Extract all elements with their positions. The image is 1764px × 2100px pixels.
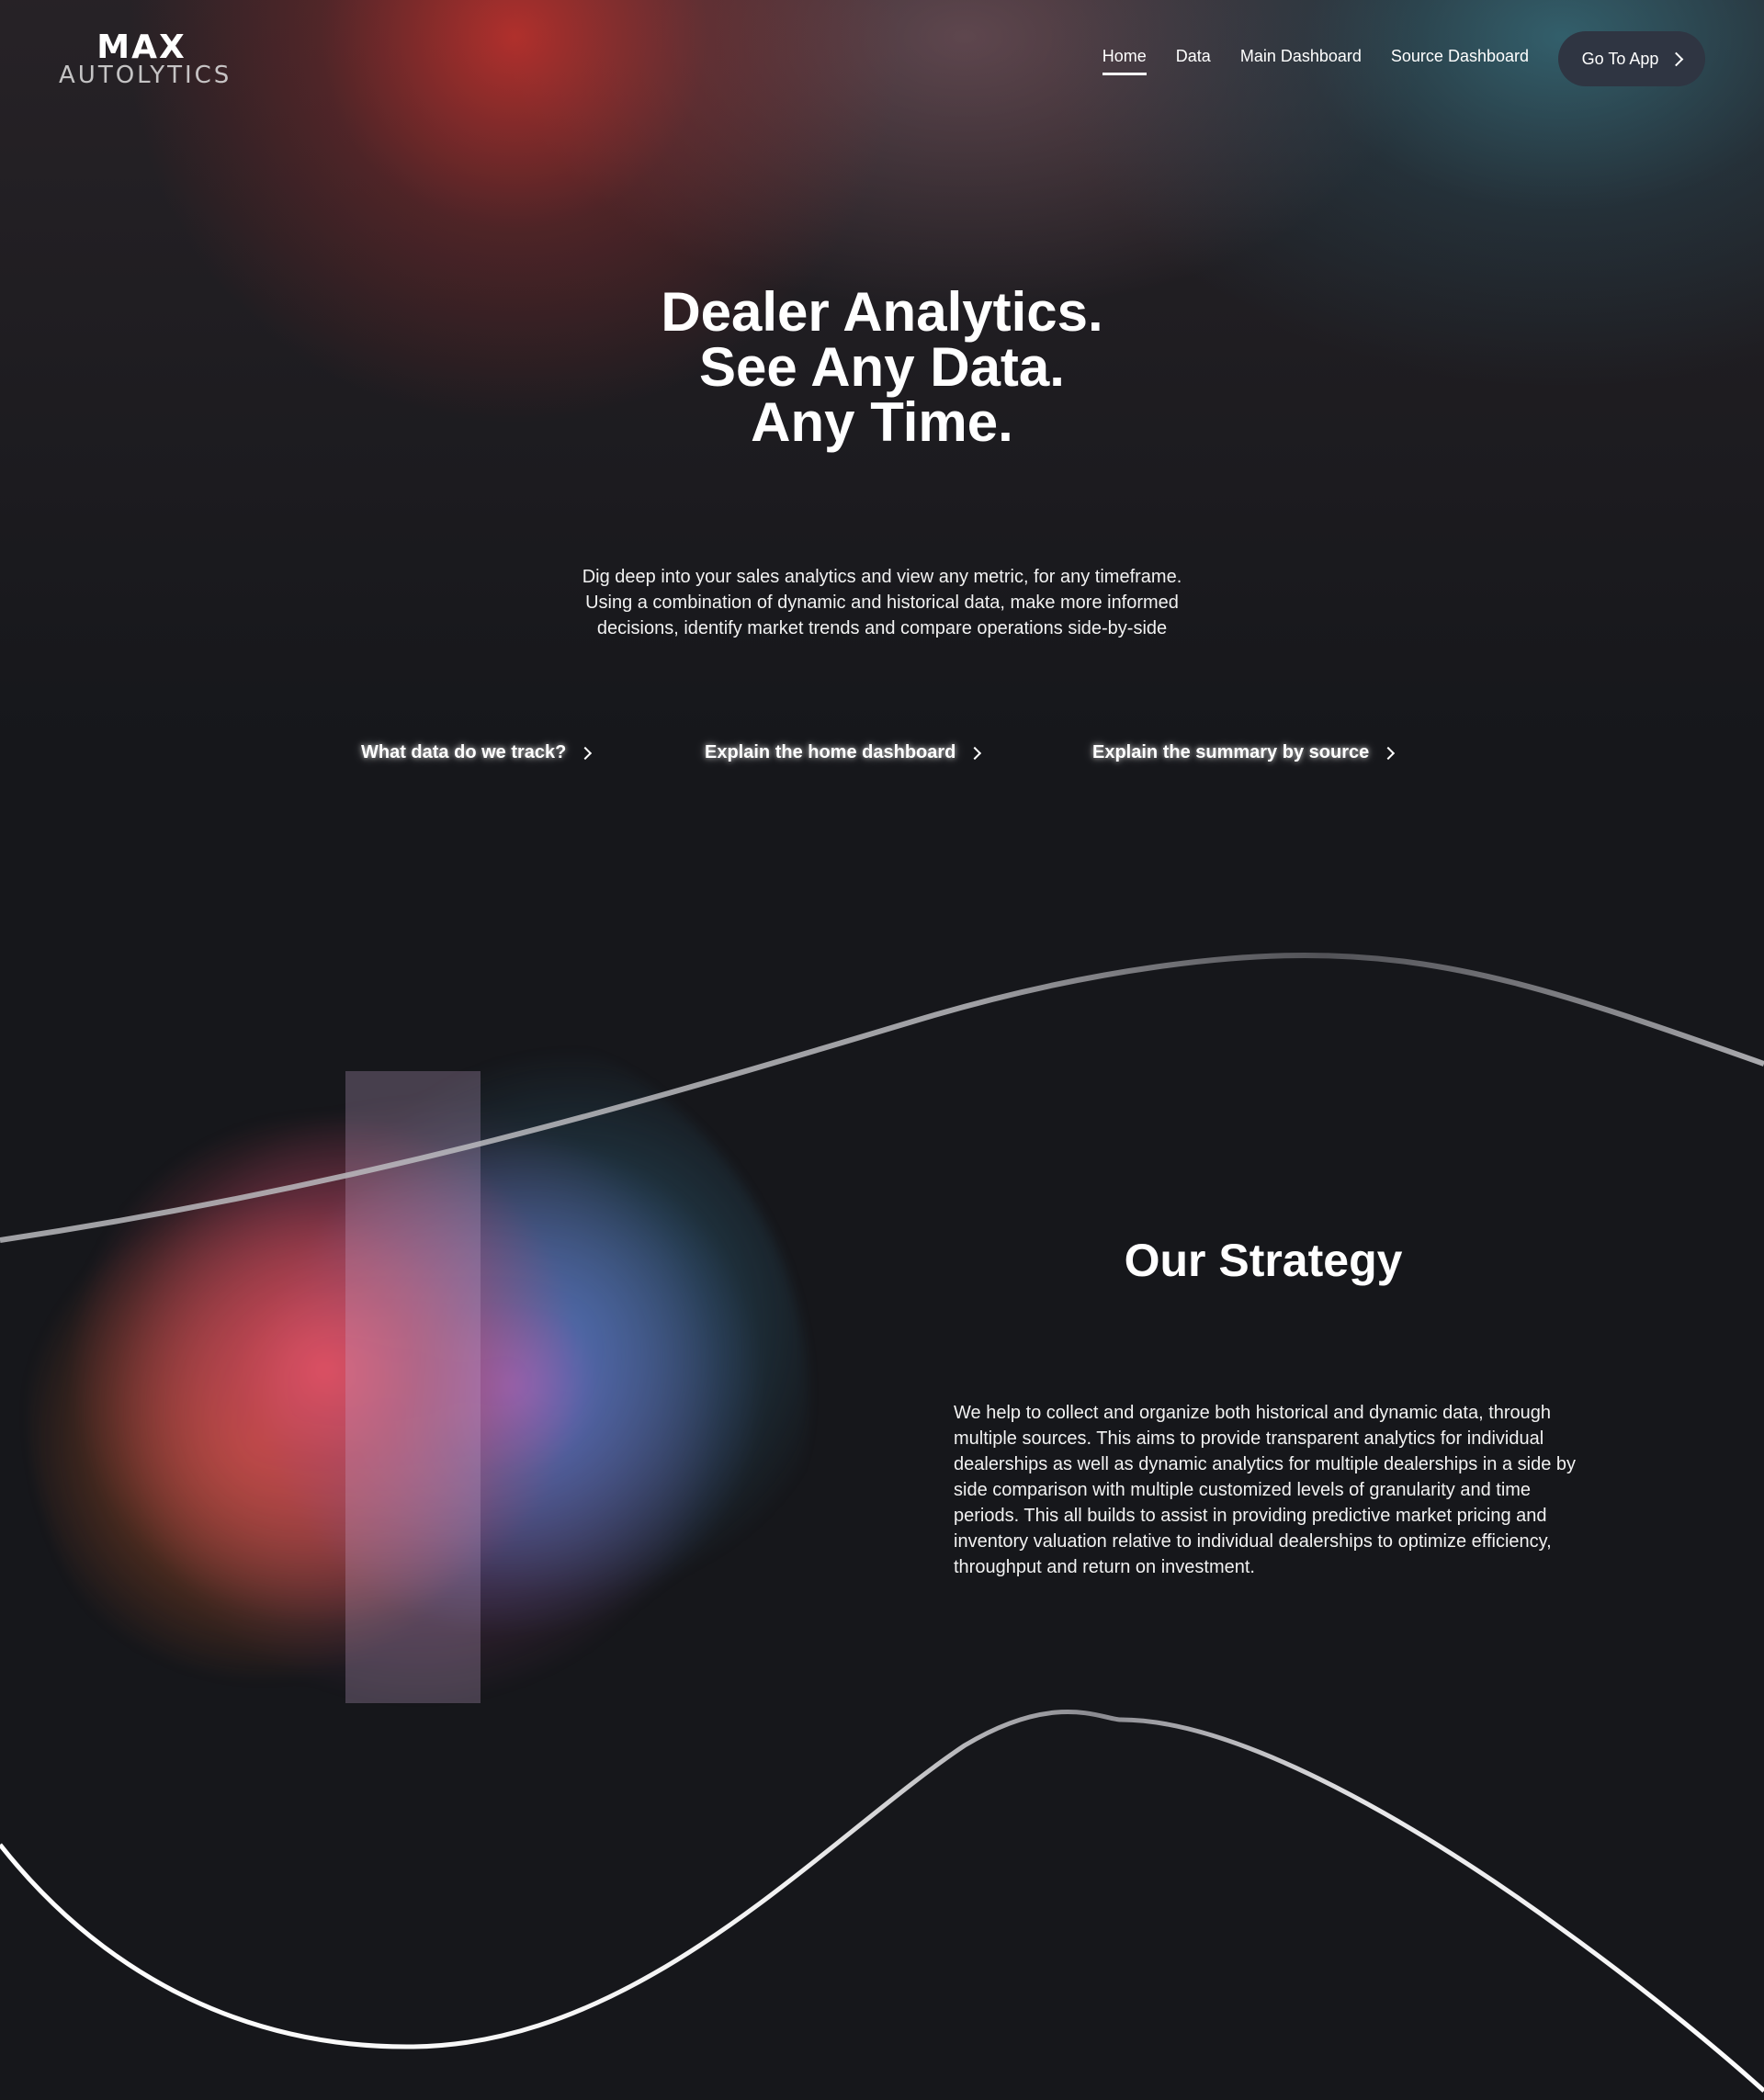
link-label: Explain the summary by source: [1092, 742, 1370, 762]
bottom-wave-line: [0, 1710, 1764, 2093]
link-explain-summary-by-source[interactable]: Explain the summary by source: [1092, 742, 1396, 763]
nav-main-dashboard[interactable]: Main Dashboard: [1240, 47, 1362, 72]
hero-subtitle: Dig deep into your sales analytics and v…: [582, 567, 1182, 638]
link-label: Explain the home dashboard: [705, 742, 956, 762]
hero-links: What data do we track? Explain the home …: [0, 742, 1764, 770]
hero-title: Dealer Analytics. See Any Data. Any Time…: [661, 281, 1103, 453]
chevron-right-icon: [1382, 746, 1396, 760]
strategy-title: Our Strategy: [1124, 1235, 1403, 1286]
chevron-right-icon: [579, 746, 593, 760]
glass-bar-graphic: [345, 1071, 481, 1703]
chevron-right-icon: [1669, 51, 1684, 66]
logo-wordmark-top: MAX: [96, 28, 187, 66]
logo-wordmark-bottom: AUTOLYTICS: [59, 62, 232, 89]
main-nav: Home Data Main Dashboard Source Dashboar…: [1073, 31, 1705, 86]
go-to-app-button[interactable]: Go To App: [1558, 31, 1705, 86]
link-label: What data do we track?: [361, 742, 567, 762]
nav-data[interactable]: Data: [1176, 47, 1211, 72]
nav-source-dashboard[interactable]: Source Dashboard: [1391, 47, 1529, 72]
go-to-app-label: Go To App: [1581, 49, 1659, 68]
link-what-data-we-track[interactable]: What data do we track?: [361, 742, 593, 763]
brand-logo[interactable]: MAX AUTOLYTICS: [59, 28, 232, 89]
nav-home[interactable]: Home: [1102, 47, 1147, 75]
link-explain-home-dashboard[interactable]: Explain the home dashboard: [705, 742, 982, 763]
chevron-right-icon: [968, 746, 982, 760]
strategy-body: We help to collect and organize both his…: [954, 1403, 1576, 1577]
site-header: MAX AUTOLYTICS Home Data Main Dashboard …: [0, 0, 1764, 119]
